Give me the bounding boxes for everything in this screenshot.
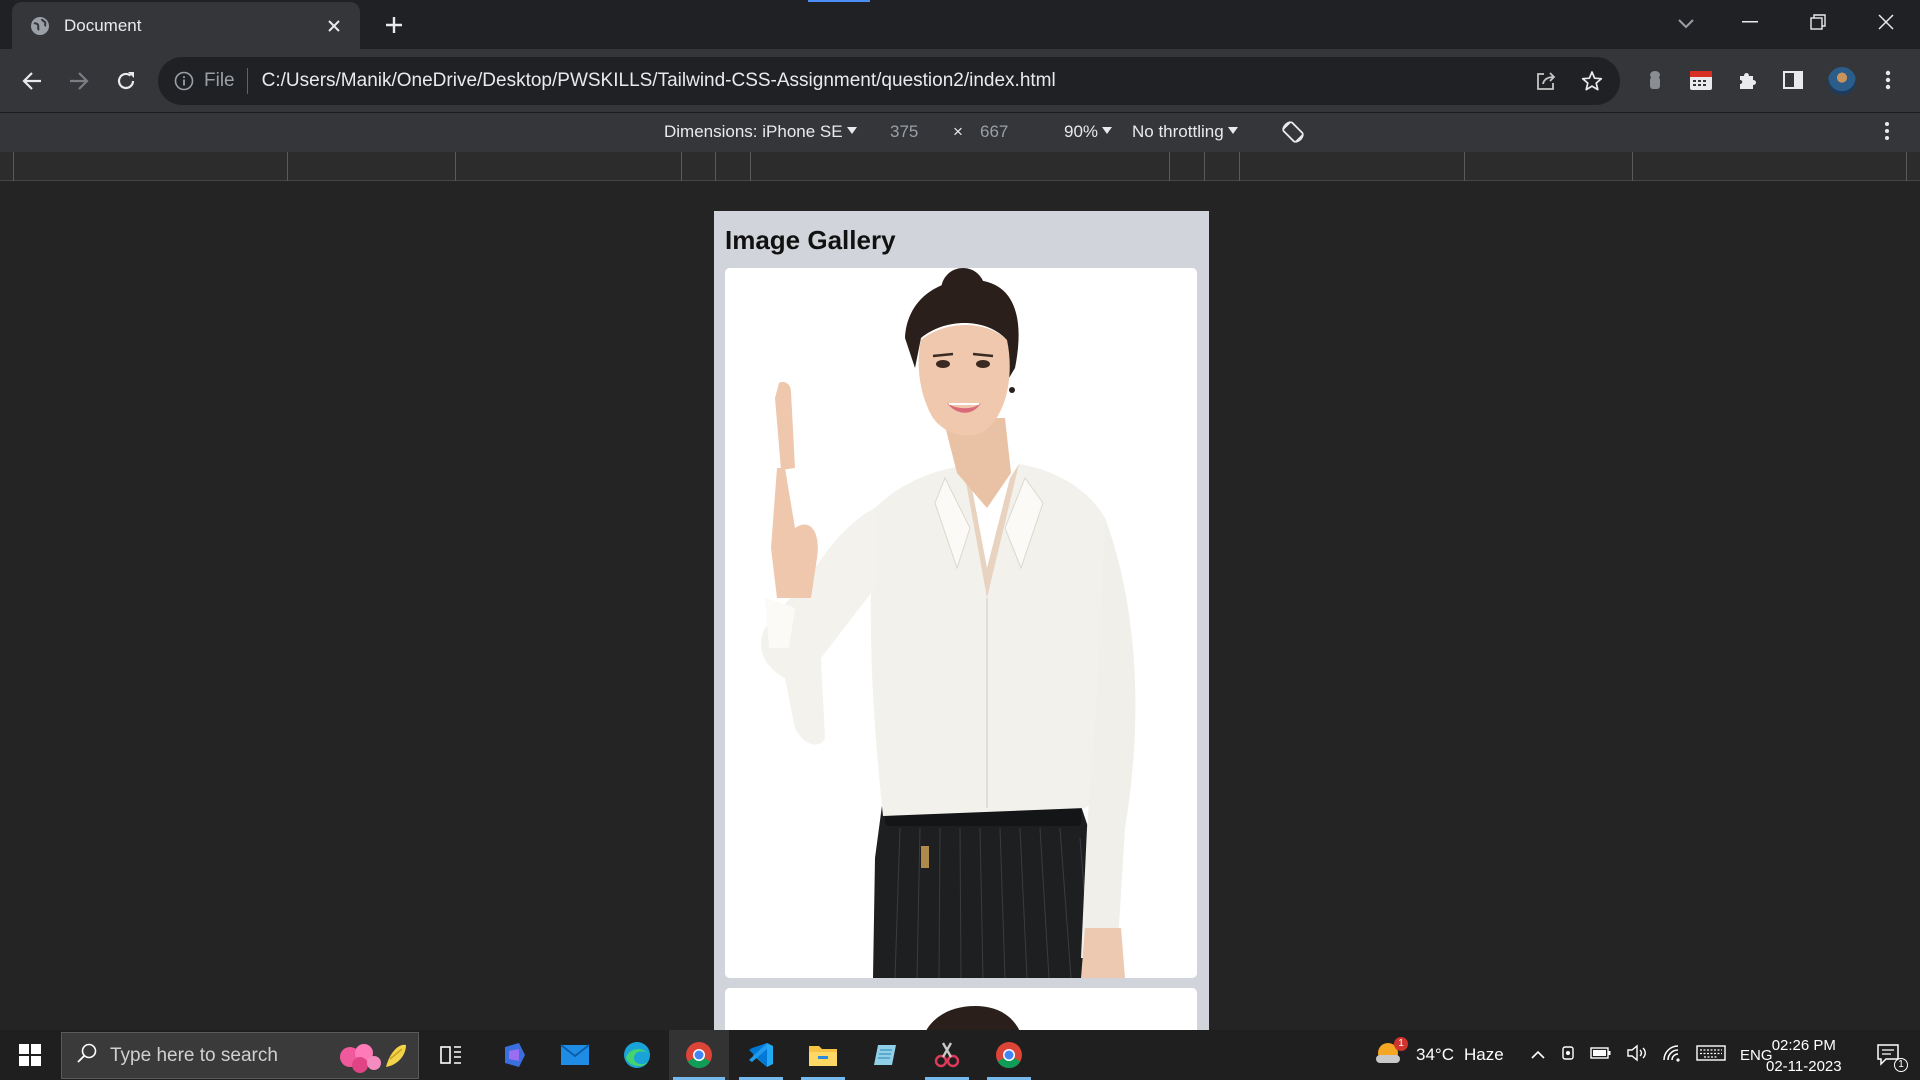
taskbar-search-box[interactable]: Type here to search [61,1032,419,1079]
weather-widget[interactable]: 1 34°C Haze [1374,1030,1504,1080]
back-button[interactable] [14,63,50,99]
notification-count: 1 [1894,1058,1908,1072]
address-bar[interactable]: File C:/Users/Manik/OneDrive/Desktop/PWS… [158,57,1620,105]
wifi-icon[interactable] [1662,1044,1682,1067]
side-panel-icon[interactable] [1778,65,1808,95]
snipping-tool-icon[interactable] [917,1030,977,1080]
emulated-viewport: Image Gallery [0,181,1920,1031]
forward-button[interactable] [61,63,97,99]
reload-button[interactable] [108,63,144,99]
woman-portrait-photo [725,988,1197,1031]
device-height-input[interactable]: 667 [980,122,1008,142]
share-icon[interactable] [1534,69,1558,93]
flowers-icon [334,1037,410,1080]
clock-date: 02-11-2023 [1766,1058,1842,1075]
gallery-card [725,988,1197,1031]
touch-keyboard-icon[interactable] [1696,1044,1726,1067]
notes-app-icon[interactable] [855,1030,915,1080]
weather-sun-icon: 1 [1374,1036,1408,1072]
tab-search-chevron-icon[interactable] [1672,10,1700,38]
vscode-icon[interactable] [731,1030,791,1080]
edge-icon[interactable] [607,1030,667,1080]
info-icon[interactable] [172,69,196,93]
copilot-icon[interactable] [483,1030,543,1080]
zoom-select[interactable]: 90% [1064,122,1113,142]
browser-tab[interactable]: Document [12,2,360,49]
windows-start-button[interactable] [0,1030,60,1080]
minimize-button[interactable] [1716,0,1784,44]
meet-now-icon[interactable] [1560,1044,1576,1067]
dropdown-caret-icon [1102,127,1113,134]
tab-title: Document [64,15,142,35]
battery-icon[interactable] [1590,1045,1612,1065]
url-text[interactable]: C:/Users/Manik/OneDrive/Desktop/PWSKILLS… [262,70,1056,92]
dropdown-caret-icon [846,127,857,134]
throttling-select[interactable]: No throttling [1132,122,1238,142]
chrome-second-window-icon[interactable] [979,1030,1039,1080]
taskbar-clock[interactable]: 02:26 PM 02-11-2023 [1766,1035,1842,1077]
weather-temperature: 34°C [1416,1045,1454,1064]
calendar-extension-icon[interactable] [1686,65,1716,95]
throttling-label: No throttling [1132,122,1224,141]
globe-icon [30,16,50,36]
search-placeholder: Type here to search [110,1044,278,1066]
window-controls [1716,0,1920,44]
chrome-taskbar-icon[interactable] [669,1030,729,1080]
device-width-input[interactable]: 375 [890,122,918,142]
device-toolbar-menu-icon[interactable] [1884,121,1890,146]
rotate-icon[interactable] [1280,119,1306,150]
windows-taskbar: Type here to search 1 34°C Haze ENG 02:2… [0,1030,1920,1080]
extension-pin-icon[interactable] [1640,65,1670,95]
show-hidden-icons-chevron-icon[interactable] [1530,1045,1546,1065]
search-icon [76,1042,98,1069]
media-query-ruler[interactable] [0,152,1920,181]
new-tab-button[interactable] [380,11,408,39]
browser-toolbar: File C:/Users/Manik/OneDrive/Desktop/PWS… [0,49,1920,112]
extensions-puzzle-icon[interactable] [1733,65,1763,95]
dimension-separator: × [953,122,963,141]
tab-close-icon[interactable] [322,14,346,38]
notification-center-icon[interactable]: 1 [1860,1030,1920,1080]
page-heading: Image Gallery [725,225,896,255]
window-drag-indicator [808,0,870,2]
system-tray: ENG [1530,1030,1773,1080]
weather-description: Haze [1463,1045,1504,1064]
close-window-button[interactable] [1852,0,1920,44]
device-dimensions-select[interactable]: Dimensions: iPhone SE [664,122,857,142]
profile-avatar[interactable] [1826,65,1858,97]
url-scheme-label: File [204,68,248,94]
file-explorer-icon[interactable] [793,1030,853,1080]
mail-icon[interactable] [545,1030,605,1080]
task-view-icon[interactable] [421,1030,481,1080]
tab-strip: Document [0,0,1920,49]
weather-badge: 1 [1394,1036,1408,1051]
volume-icon[interactable] [1626,1044,1648,1067]
page-frame: Image Gallery [714,211,1209,1031]
gallery-card [725,268,1197,978]
device-toolbar: Dimensions: iPhone SE 375 × 667 90% No t… [0,112,1920,152]
woman-pointing-up-photo [725,268,1197,978]
restore-button[interactable] [1784,0,1852,44]
dropdown-caret-icon [1227,127,1238,134]
zoom-label: 90% [1064,122,1099,141]
menu-kebab-icon[interactable] [1873,65,1903,95]
clock-time: 02:26 PM [1771,1037,1836,1054]
device-dimensions-label: Dimensions: iPhone SE [664,122,843,141]
bookmark-star-icon[interactable] [1580,69,1604,93]
